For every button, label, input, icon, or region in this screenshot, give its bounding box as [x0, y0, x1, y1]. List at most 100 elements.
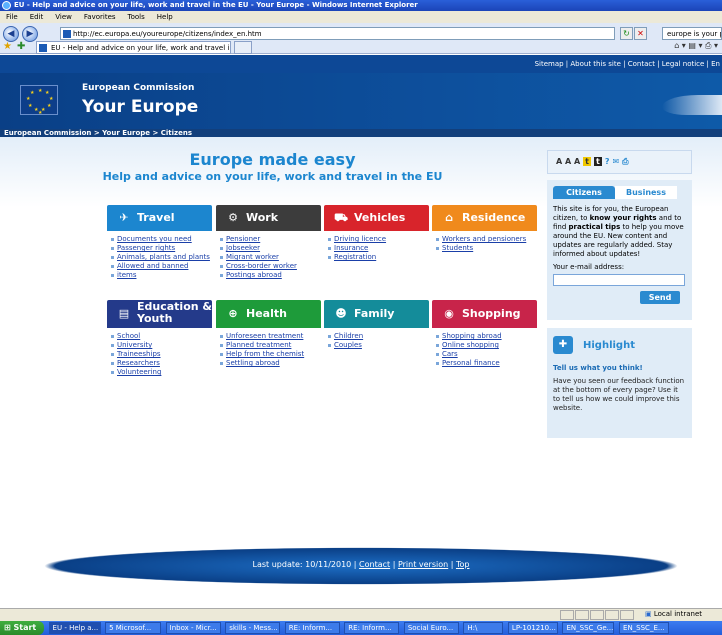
taskbar-item[interactable]: RE: Inform...: [344, 622, 400, 634]
taskbar-item[interactable]: Social Euro...: [403, 622, 459, 634]
forward-button[interactable]: ▶: [22, 26, 38, 42]
link-item[interactable]: Insurance: [328, 244, 429, 253]
help-icon[interactable]: ?: [605, 157, 610, 166]
text-size-buttons[interactable]: A A A: [556, 157, 580, 166]
link-item[interactable]: Researchers: [111, 359, 212, 368]
taskbar-item[interactable]: Inbox - Micr...: [165, 622, 221, 634]
category-links: Documents you need Passenger rights Anim…: [107, 231, 212, 280]
new-tab-button[interactable]: [234, 41, 252, 54]
taskbar-item[interactable]: 5 Microsof...: [105, 622, 162, 634]
address-field[interactable]: http://ec.europa.eu/youreurope/citizens/…: [60, 27, 615, 40]
category-health[interactable]: ⊕ Health Unforeseen treatment Planned tre…: [216, 300, 321, 368]
email-icon[interactable]: ✉: [612, 157, 619, 166]
link-item[interactable]: Help from the chemist: [220, 350, 321, 359]
email-field[interactable]: [553, 274, 685, 286]
link-item[interactable]: School: [111, 332, 212, 341]
menu-tools[interactable]: Tools: [128, 11, 145, 23]
command-bar-icons[interactable]: ⌂ ▾ ▤ ▾ ⎙ ▾: [674, 41, 718, 51]
start-button[interactable]: ⊞ Start: [0, 621, 44, 635]
link-item[interactable]: Shopping abroad: [436, 332, 537, 341]
category-education-header[interactable]: ▤ Education & Youth: [107, 300, 212, 328]
menu-favorites[interactable]: Favorites: [84, 11, 116, 23]
link-item[interactable]: Passenger rights: [111, 244, 212, 253]
taskbar-item[interactable]: RE: Inform...: [284, 622, 340, 634]
link-item[interactable]: Workers and pensioners: [436, 235, 537, 244]
category-title: Shopping: [462, 307, 521, 320]
window-title: EU - Help and advice on your life, work …: [14, 1, 418, 9]
back-button[interactable]: ◀: [3, 26, 19, 42]
site-title[interactable]: Your Europe: [82, 97, 198, 117]
category-education-youth[interactable]: ▤ Education & Youth School University Trai…: [107, 300, 212, 377]
favorites-star-icon[interactable]: ★: [3, 41, 12, 52]
security-zone[interactable]: ▣ Local intranet: [645, 610, 702, 618]
tab-citizens[interactable]: Citizens: [553, 186, 615, 199]
link-item[interactable]: University: [111, 341, 212, 350]
menu-help[interactable]: Help: [157, 11, 173, 23]
search-input[interactable]: europe is your playgrou: [662, 27, 722, 40]
category-links: Children Couples: [324, 328, 429, 350]
contrast-dark-icon[interactable]: t: [593, 157, 602, 166]
taskbar-item[interactable]: EU - Help a...: [48, 622, 101, 634]
link-item[interactable]: Planned treatment: [220, 341, 321, 350]
category-work[interactable]: ⚙ Work Pensioner Jobseeker Migrant worker…: [216, 205, 321, 280]
link-item[interactable]: Traineeships: [111, 350, 212, 359]
refresh-button[interactable]: ↻: [620, 27, 633, 40]
footer-print-link[interactable]: Print version: [398, 560, 448, 569]
link-item[interactable]: Unforeseen treatment: [220, 332, 321, 341]
taskbar-item[interactable]: LP-101210...: [507, 622, 558, 634]
category-shopping[interactable]: ◉ Shopping Shopping abroad Online shoppin…: [432, 300, 537, 368]
category-family-header[interactable]: ☻ Family: [324, 300, 429, 328]
taskbar-item[interactable]: EN_SSC_Ge...: [562, 622, 615, 634]
contrast-icon[interactable]: t: [583, 157, 591, 166]
menu-file[interactable]: File: [6, 11, 18, 23]
link-item[interactable]: Online shopping: [436, 341, 537, 350]
category-travel-header[interactable]: ✈ Travel: [107, 205, 212, 231]
family-icon: ☻: [335, 307, 347, 320]
link-item-continued[interactable]: items: [111, 271, 212, 280]
link-item[interactable]: Pensioner: [220, 235, 321, 244]
link-item[interactable]: Students: [436, 244, 537, 253]
category-work-header[interactable]: ⚙ Work: [216, 205, 321, 231]
link-item[interactable]: Children: [328, 332, 429, 341]
link-item[interactable]: Cars: [436, 350, 537, 359]
link-item[interactable]: Postings abroad: [220, 271, 321, 280]
category-family[interactable]: ☻ Family Children Couples: [324, 300, 429, 350]
category-residence[interactable]: ⌂ Residence Workers and pensioners Studen…: [432, 205, 537, 253]
category-shopping-header[interactable]: ◉ Shopping: [432, 300, 537, 328]
highlight-subtitle[interactable]: Tell us what you think!: [553, 364, 686, 373]
category-residence-header[interactable]: ⌂ Residence: [432, 205, 537, 231]
tab-business[interactable]: Business: [615, 186, 677, 199]
link-item[interactable]: Allowed and banned: [111, 262, 212, 271]
link-item[interactable]: Volunteering: [111, 368, 212, 377]
stop-button[interactable]: ✕: [634, 27, 647, 40]
browser-tab[interactable]: EU - Help and advice on your life, work …: [36, 41, 231, 54]
link-item[interactable]: Cross-border worker: [220, 262, 321, 271]
category-vehicles[interactable]: ⛟ Vehicles Driving licence Insurance Regi…: [324, 205, 429, 262]
link-item[interactable]: Settling abroad: [220, 359, 321, 368]
link-item[interactable]: Migrant worker: [220, 253, 321, 262]
print-icon[interactable]: ⎙: [622, 157, 628, 166]
menu-view[interactable]: View: [55, 11, 72, 23]
send-button[interactable]: Send: [640, 291, 680, 304]
breadcrumb[interactable]: European Commission > Your Europe > Citi…: [0, 129, 722, 137]
link-item[interactable]: Driving licence: [328, 235, 429, 244]
link-item[interactable]: Animals, plants and plants: [111, 253, 212, 262]
taskbar-item[interactable]: H:\: [463, 622, 504, 634]
header-swoosh: [662, 95, 722, 115]
taskbar-item[interactable]: skills - Mess...: [225, 622, 281, 634]
link-item[interactable]: Couples: [328, 341, 429, 350]
top-links[interactable]: Sitemap | About this site | Contact | Le…: [0, 55, 722, 73]
link-item[interactable]: Jobseeker: [220, 244, 321, 253]
menu-edit[interactable]: Edit: [30, 11, 44, 23]
link-item[interactable]: Personal finance: [436, 359, 537, 368]
footer-contact-link[interactable]: Contact: [359, 560, 390, 569]
category-travel[interactable]: ✈ Travel Documents you need Passenger rig…: [107, 205, 212, 280]
category-vehicles-header[interactable]: ⛟ Vehicles: [324, 205, 429, 231]
add-favorites-icon[interactable]: ✚: [17, 41, 25, 52]
link-item[interactable]: Documents you need: [111, 235, 212, 244]
taskbar-item[interactable]: EN_SSC_E...: [619, 622, 670, 634]
footer-top-link[interactable]: Top: [456, 560, 470, 569]
category-health-header[interactable]: ⊕ Health: [216, 300, 321, 328]
address-url: http://ec.europa.eu/youreurope/citizens/…: [73, 30, 262, 38]
link-item[interactable]: Registration: [328, 253, 429, 262]
